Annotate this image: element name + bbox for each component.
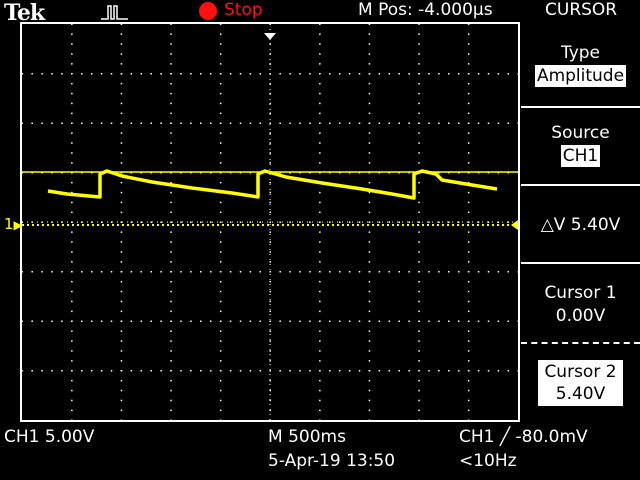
menu-title: CURSOR: [545, 0, 618, 20]
ch1-marker-label: 1: [4, 215, 14, 233]
ch1-vertical-scale: CH1 5.00V: [4, 427, 95, 447]
trigger-position-marker[interactable]: [264, 33, 276, 40]
source-value: CH1: [560, 145, 601, 167]
type-label: Type: [560, 43, 601, 63]
cursor1-value: 0.00V: [555, 306, 606, 326]
cursor-menu: Type Amplitude Source CH1 △V 5.40V Curso…: [521, 22, 640, 422]
trigger-readout: CH1 ╱ -80.0mV: [459, 427, 588, 447]
run-state-label: Stop: [224, 0, 263, 20]
source-option-button[interactable]: CH1: [521, 145, 640, 167]
stop-dot-icon: [199, 2, 217, 20]
ch1-waveform-trace: [47, 169, 498, 200]
date-time-readout: 5-Apr-19 13:50: [268, 451, 396, 471]
ch1-ground-marker[interactable]: 1▶: [4, 215, 23, 233]
source-label: Source: [551, 123, 610, 143]
top-status-bar: [0, 0, 640, 22]
delta-v-readout: △V 5.40V: [540, 215, 621, 235]
graticule: [22, 24, 518, 420]
cursor1-label: Cursor 1: [544, 283, 617, 303]
waveform-display: [20, 22, 520, 422]
type-value: Amplitude: [534, 65, 627, 87]
type-option-button[interactable]: Amplitude: [521, 65, 640, 87]
pulse-trigger-icon: [101, 5, 128, 20]
cursor2-option-button[interactable]: Cursor 2 5.40V: [521, 360, 640, 406]
horizontal-position-readout: M Pos: -4.000µs: [358, 0, 493, 20]
timebase-readout: M 500ms: [268, 427, 346, 447]
cursor2-value: 5.40V: [555, 384, 606, 404]
cursor2-label: Cursor 2: [544, 362, 617, 382]
frequency-readout: <10Hz: [459, 451, 517, 471]
